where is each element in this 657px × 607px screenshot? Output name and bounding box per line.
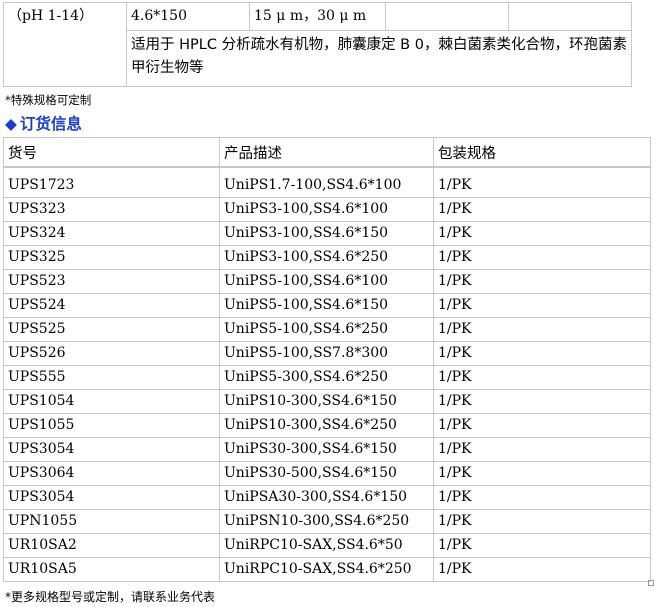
item-number-cell: UPS1723 <box>3 166 220 198</box>
item-number-cell: UR10SA2 <box>3 533 220 558</box>
packaging-cell: 1/PK <box>433 197 651 222</box>
table-row: UPS523 UniPS5-100,SS4.6*100 1/PK <box>3 269 651 294</box>
application-description: 适用于 HPLC 分析疏水有机物，肺囊康定 B 0，棘白菌素类化合物，环孢菌素甲… <box>126 30 632 87</box>
ph-range-cell: （pH 1-14） <box>3 2 127 87</box>
item-number-cell: UPS3054 <box>3 485 220 510</box>
order-table-header: 货号 产品描述 包装规格 <box>3 137 651 168</box>
product-description-cell: UniPS10-300,SS4.6*250 <box>219 413 434 438</box>
product-description-cell: UniRPC10-SAX,SS4.6*50 <box>219 533 434 558</box>
table-row: UPS3064 UniPS30-500,SS4.6*150 1/PK <box>3 461 651 486</box>
packaging-cell: 1/PK <box>433 389 651 414</box>
item-number-cell: UPS3064 <box>3 461 220 486</box>
packaging-cell: 1/PK <box>433 533 651 558</box>
item-number-cell: UPS525 <box>3 317 220 342</box>
packaging-cell: 1/PK <box>433 437 651 462</box>
packaging-cell: 1/PK <box>433 509 651 534</box>
table-row: UPS1054 UniPS10-300,SS4.6*150 1/PK <box>3 389 651 414</box>
item-number-cell: UPS526 <box>3 341 220 366</box>
item-number-cell: UPN1055 <box>3 509 220 534</box>
blank-cell <box>385 2 509 31</box>
product-description-cell: UniPS5-100,SS4.6*150 <box>219 293 434 318</box>
item-number-cell: UPS323 <box>3 197 220 222</box>
product-description-cell: UniPS5-300,SS4.6*250 <box>219 365 434 390</box>
product-description-cell: UniPS30-300,SS4.6*150 <box>219 437 434 462</box>
table-row: UPS1723 UniPS1.7-100,SS4.6*100 1/PK <box>3 166 651 198</box>
packaging-cell: 1/PK <box>433 245 651 270</box>
product-description-cell: UniPSA30-300,SS4.6*150 <box>219 485 434 510</box>
contact-note: *更多规格型号或定制，请联系业务代表 <box>5 590 216 604</box>
product-description-cell: UniPS5-100,SS4.6*100 <box>219 269 434 294</box>
order-info-title: 订货信息 <box>19 115 82 133</box>
packaging-cell: 1/PK <box>433 269 651 294</box>
product-description-cell: UniPS5-100,SS7.8*300 <box>219 341 434 366</box>
table-row: UPS323 UniPS3-100,SS4.6*100 1/PK <box>3 197 651 222</box>
product-description-cell: UniPS3-100,SS4.6*100 <box>219 197 434 222</box>
table-row: UPS1055 UniPS10-300,SS4.6*250 1/PK <box>3 413 651 438</box>
packaging-cell: 1/PK <box>433 221 651 246</box>
order-table: 货号 产品描述 包装规格 UPS1723 UniPS1.7-100,SS4.6*1… <box>3 137 651 582</box>
table-row: UPS3054 UniPSA30-300,SS4.6*150 1/PK <box>3 485 651 510</box>
header-item-number: 货号 <box>3 137 220 168</box>
product-description-cell: UniPS1.7-100,SS4.6*100 <box>219 166 434 198</box>
packaging-cell: 1/PK <box>433 293 651 318</box>
item-number-cell: UPS555 <box>3 365 220 390</box>
header-description: 产品描述 <box>219 137 434 168</box>
packaging-cell: 1/PK <box>433 557 651 582</box>
packaging-cell: 1/PK <box>433 166 651 198</box>
table-row: UPS324 UniPS3-100,SS4.6*150 1/PK <box>3 221 651 246</box>
spec-table: （pH 1-14） 4.6*150 15 μ m，30 μ m 适用于 HPLC… <box>3 2 632 87</box>
table-row: UPS524 UniPS5-100,SS4.6*150 1/PK <box>3 293 651 318</box>
item-number-cell: UR10SA5 <box>3 557 220 582</box>
table-row: UR10SA2 UniRPC10-SAX,SS4.6*50 1/PK <box>3 533 651 558</box>
dimension-cell: 4.6*150 <box>126 2 250 31</box>
packaging-cell: 1/PK <box>433 341 651 366</box>
item-number-cell: UPS1055 <box>3 413 220 438</box>
product-description-cell: UniRPC10-SAX,SS4.6*250 <box>219 557 434 582</box>
custom-spec-note: *特殊规格可定制 <box>5 93 92 107</box>
blank-cell <box>508 2 632 31</box>
table-row: UPS555 UniPS5-300,SS4.6*250 1/PK <box>3 365 651 390</box>
product-description-cell: UniPS10-300,SS4.6*150 <box>219 389 434 414</box>
particle-size-cell: 15 μ m，30 μ m <box>249 2 386 31</box>
table-row: UPS526 UniPS5-100,SS7.8*300 1/PK <box>3 341 651 366</box>
product-description-cell: UniPS30-500,SS4.6*150 <box>219 461 434 486</box>
table-row: UPS525 UniPS5-100,SS4.6*250 1/PK <box>3 317 651 342</box>
packaging-cell: 1/PK <box>433 365 651 390</box>
packaging-cell: 1/PK <box>433 485 651 510</box>
item-number-cell: UPS524 <box>3 293 220 318</box>
item-number-cell: UPS3054 <box>3 437 220 462</box>
table-row: UPS3054 UniPS30-300,SS4.6*150 1/PK <box>3 437 651 462</box>
header-packaging: 包装规格 <box>433 137 651 168</box>
table-row: UR10SA5 UniRPC10-SAX,SS4.6*250 1/PK <box>3 557 651 582</box>
item-number-cell: UPS324 <box>3 221 220 246</box>
product-description-cell: UniPS5-100,SS4.6*250 <box>219 317 434 342</box>
item-number-cell: UPS1054 <box>3 389 220 414</box>
product-description-cell: UniPS3-100,SS4.6*150 <box>219 221 434 246</box>
packaging-cell: 1/PK <box>433 413 651 438</box>
product-description-cell: UniPS3-100,SS4.6*250 <box>219 245 434 270</box>
packaging-cell: 1/PK <box>433 461 651 486</box>
table-row: UPN1055 UniPSN10-300,SS4.6*250 1/PK <box>3 509 651 534</box>
packaging-cell: 1/PK <box>433 317 651 342</box>
item-number-cell: UPS325 <box>3 245 220 270</box>
table-row: UPS325 UniPS3-100,SS4.6*250 1/PK <box>3 245 651 270</box>
item-number-cell: UPS523 <box>3 269 220 294</box>
product-description-cell: UniPSN10-300,SS4.6*250 <box>219 509 434 534</box>
order-info-heading: ◆ 订货信息 <box>5 112 82 134</box>
diamond-bullet-icon: ◆ <box>5 115 17 133</box>
table-corner-marker <box>648 580 654 586</box>
